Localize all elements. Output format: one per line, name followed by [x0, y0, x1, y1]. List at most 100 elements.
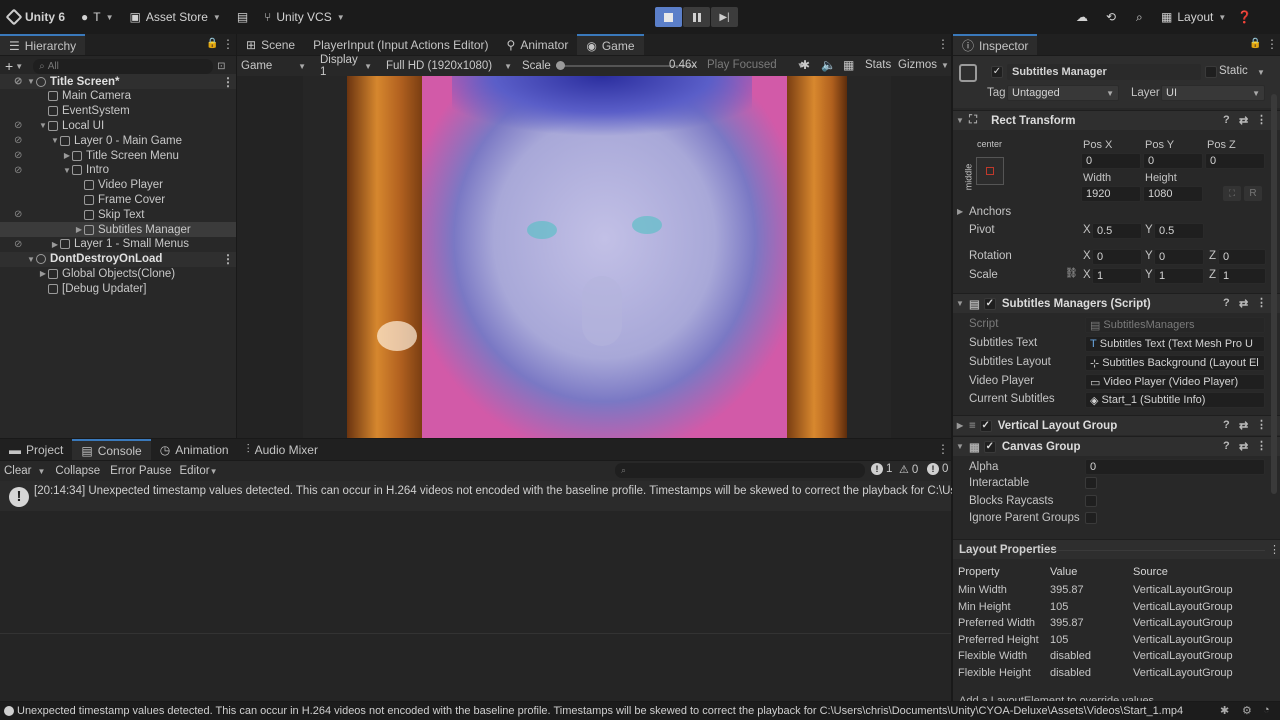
layer-dropdown[interactable]: UI ▼ — [1161, 85, 1265, 101]
subtitles-layout-field[interactable]: ⊹ Subtitles Background (Layout El — [1085, 355, 1265, 371]
play-button[interactable] — [655, 7, 682, 27]
editor-dropdown[interactable]: Editor ▼ — [180, 465, 218, 477]
visibility-icon[interactable]: ⊘ — [14, 120, 22, 131]
tab-hierarchy[interactable]: ☰ Hierarchy — [0, 34, 86, 55]
pivot-y-field[interactable]: 0.5 — [1154, 223, 1204, 239]
hierarchy-row[interactable]: Video Player — [0, 178, 236, 193]
hierarchy-row[interactable]: ▶ Global Objects(Clone) — [0, 266, 236, 281]
canvas-group-enabled-checkbox[interactable]: ✓ — [983, 440, 996, 453]
static-checkbox[interactable] — [1205, 66, 1217, 78]
hierarchy-row[interactable]: ▶ Subtitles Manager — [0, 222, 236, 237]
chevron-down-icon[interactable]: ▼ — [1257, 68, 1265, 77]
chevron-right-icon[interactable]: ▶ — [38, 269, 48, 278]
visibility-icon[interactable]: ⊘ — [14, 135, 22, 146]
chevron-down-icon[interactable]: ▼ — [62, 166, 72, 175]
hierarchy-row[interactable]: Main Camera — [0, 89, 236, 104]
warning-count-toggle[interactable]: ⚠ 0 — [899, 463, 918, 477]
help-icon[interactable]: ? — [1223, 419, 1230, 431]
chevron-down-icon[interactable]: ▼ — [50, 136, 60, 145]
help-icon[interactable]: ? — [1223, 440, 1230, 452]
vcs-dropdown[interactable]: ⑂ Unity VCS ▼ — [256, 5, 352, 29]
more-menu-icon[interactable]: ⋮ — [1269, 543, 1280, 556]
anchor-preset-button[interactable] — [976, 157, 1004, 185]
scale-x-field[interactable]: 1 — [1092, 268, 1142, 284]
layout-dropdown[interactable]: ▦ Layout ▼ — [1153, 5, 1234, 29]
tab-animator[interactable]: ⚲ Animator — [498, 34, 578, 55]
status-message[interactable]: Unexpected timestamp values detected. Th… — [17, 705, 1217, 717]
vertical-layout-group-header[interactable]: ▶ ≡ ✓ Vertical Layout Group ? ⇄ ⋮ — [953, 415, 1280, 435]
clear-button[interactable]: Clear — [4, 465, 31, 477]
anchors-label[interactable]: Anchors — [969, 206, 1011, 218]
grid-icon[interactable]: ▦ — [843, 58, 854, 72]
pos-z-field[interactable]: 0 — [1205, 153, 1265, 169]
debug-icon[interactable]: ✱ — [1220, 704, 1229, 717]
asset-store-dropdown[interactable]: ▣ Asset Store ▼ — [122, 5, 229, 29]
more-menu-icon[interactable]: ⋮ — [937, 442, 949, 456]
visibility-icon[interactable]: ⊘ — [14, 150, 22, 161]
rect-transform-header[interactable]: ▼ ⛶ Rect Transform ? ⇄ ⋮ — [953, 110, 1280, 130]
script-enabled-checkbox[interactable]: ✓ — [983, 297, 996, 310]
tab-game[interactable]: ◉ Game — [577, 34, 644, 55]
progress-icon[interactable]: ◔ — [1263, 704, 1270, 716]
hierarchy-row[interactable]: ⊘ ▼ Title Screen* ⋮ — [0, 74, 236, 89]
tab-inspector[interactable]: ⓘ Inspector — [953, 34, 1038, 55]
object-name-field[interactable]: Subtitles Manager — [1007, 64, 1201, 80]
blocks-raycasts-checkbox[interactable] — [1085, 495, 1097, 507]
visibility-icon[interactable]: ⊘ — [14, 165, 22, 176]
chevron-down-icon[interactable]: ▼ — [26, 77, 36, 86]
current-subtitles-field[interactable]: ◈ Start_1 (Subtitle Info) — [1085, 392, 1265, 408]
resolution-dropdown[interactable]: Full HD (1920x1080) ▼ — [378, 60, 516, 72]
more-menu-icon[interactable]: ⋮ — [1256, 439, 1267, 452]
more-menu-icon[interactable]: ⋮ — [222, 252, 234, 266]
audio-icon[interactable]: 🔈 — [821, 58, 836, 72]
help-icon[interactable]: ? — [1223, 114, 1230, 126]
game-viewport[interactable] — [237, 76, 951, 438]
active-checkbox[interactable]: ✓ — [991, 66, 1003, 78]
vlg-enabled-checkbox[interactable]: ✓ — [979, 419, 992, 432]
console-log-entry[interactable]: ! [20:14:34] Unexpected timestamp values… — [0, 481, 952, 511]
hierarchy-row[interactable]: ⊘ ▶ Layer 1 - Small Menus — [0, 237, 236, 252]
visibility-icon[interactable]: ⊘ — [14, 209, 22, 220]
bug-icon[interactable]: ✱ — [800, 58, 810, 72]
unity-menu[interactable]: Unity 6 — [0, 5, 73, 29]
rot-z-field[interactable]: 0 — [1218, 249, 1266, 265]
raw-edit-button[interactable]: R — [1244, 186, 1262, 201]
hierarchy-row[interactable]: ⊘ ▼ Intro — [0, 163, 236, 178]
scale-z-field[interactable]: 1 — [1218, 268, 1266, 284]
scale-slider-thumb[interactable] — [556, 61, 565, 70]
add-icon[interactable]: + — [5, 58, 13, 74]
pivot-x-field[interactable]: 0.5 — [1092, 223, 1142, 239]
preset-icon[interactable]: ⇄ — [1239, 297, 1248, 310]
interactable-checkbox[interactable] — [1085, 477, 1097, 489]
hierarchy-row[interactable]: ⊘ ▼ Layer 0 - Main Game — [0, 133, 236, 148]
tag-dropdown[interactable]: Untagged ▼ — [1007, 85, 1119, 101]
more-menu-icon[interactable]: ⋮ — [1266, 37, 1278, 51]
chevron-down-icon[interactable]: ▼ — [26, 255, 36, 264]
tab-project[interactable]: ▬ Project — [0, 439, 72, 460]
error-count-toggle[interactable]: ! 0 — [927, 463, 948, 475]
hierarchy-row[interactable]: ▼ DontDestroyOnLoad ⋮ — [0, 251, 236, 267]
chevron-right-icon[interactable]: ▶ — [62, 151, 72, 160]
chevron-right-icon[interactable]: ▶ — [50, 240, 60, 249]
script-component-header[interactable]: ▼ ▤ ✓ Subtitles Managers (Script) ? ⇄ ⋮ — [953, 293, 1280, 313]
alpha-field[interactable]: 0 — [1085, 459, 1265, 475]
pos-x-field[interactable]: 0 — [1081, 153, 1141, 169]
gizmos-dropdown[interactable]: Gizmos ▼ — [898, 59, 949, 71]
more-menu-icon[interactable]: ⋮ — [937, 37, 949, 51]
pause-button[interactable] — [683, 7, 710, 27]
ignore-parent-groups-checkbox[interactable] — [1085, 512, 1097, 524]
stats-button[interactable]: Stats — [865, 59, 891, 71]
lock-icon[interactable]: 🔒 — [206, 38, 218, 49]
width-field[interactable]: 1920 — [1081, 186, 1141, 202]
pos-y-field[interactable]: 0 — [1143, 153, 1203, 169]
tab-scene[interactable]: ⊞ Scene — [237, 34, 304, 55]
help-icon[interactable]: ? — [1223, 297, 1230, 309]
error-pause-toggle[interactable]: Error Pause — [110, 465, 171, 477]
tab-player-input[interactable]: PlayerInput (Input Actions Editor) — [304, 34, 497, 55]
console-search-input[interactable]: ⌕ — [615, 463, 865, 478]
clear-dropdown[interactable]: Clear ▼ — [0, 465, 45, 477]
preset-icon[interactable]: ⇄ — [1239, 419, 1248, 432]
help-button[interactable]: ❓ — [1229, 5, 1260, 29]
link-icon[interactable]: ⛓ — [1065, 268, 1078, 279]
hierarchy-row[interactable]: ⊘ ▼ Local UI — [0, 118, 236, 133]
